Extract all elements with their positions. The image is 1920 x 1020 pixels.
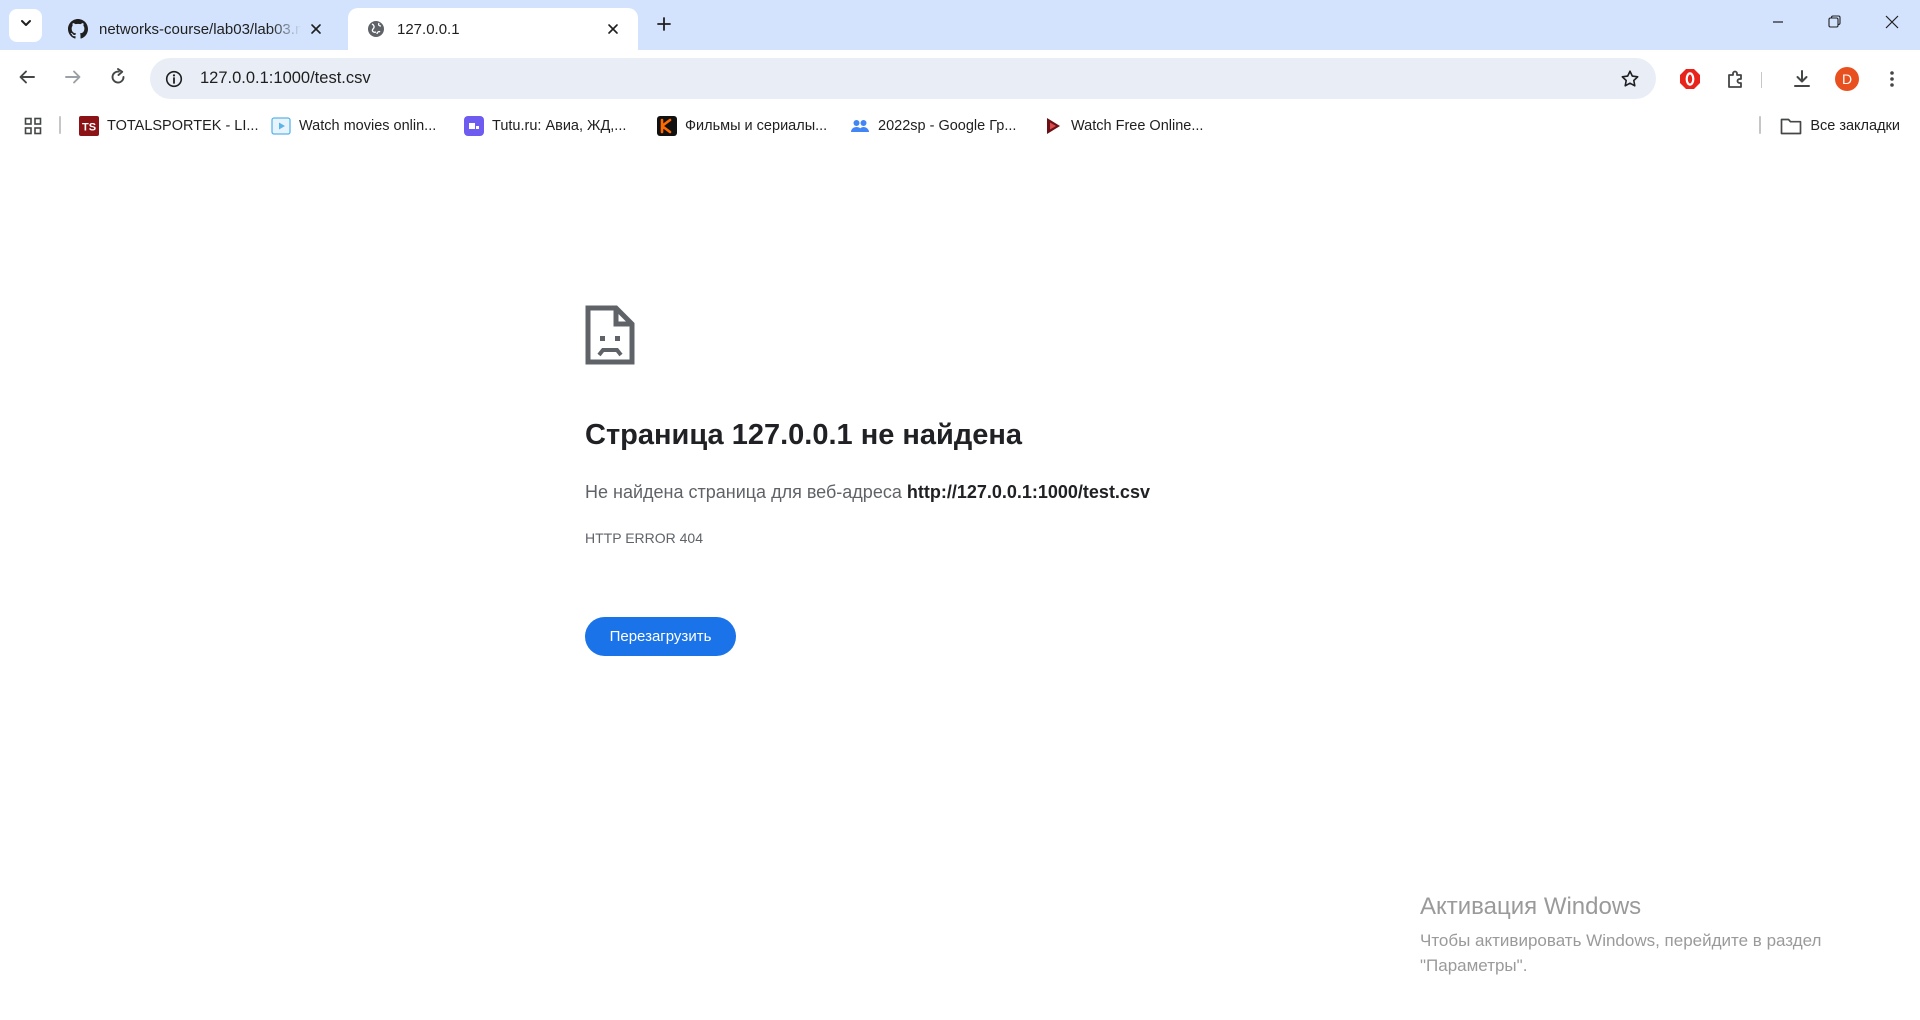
reload-button[interactable] bbox=[100, 61, 136, 97]
bookmark-tutu[interactable]: Tutu.ru: Авиа, ЖД,... bbox=[464, 113, 626, 139]
new-tab-button[interactable] bbox=[650, 12, 678, 40]
bookmark-kinopoisk[interactable]: Фильмы и сериалы... bbox=[657, 113, 827, 139]
close-tab-icon[interactable] bbox=[602, 18, 624, 40]
opera-adblock-extension-icon[interactable] bbox=[1672, 61, 1708, 97]
error-description-text: Не найдена страница для веб-адреса bbox=[585, 482, 907, 502]
address-bar[interactable]: 127.0.0.1:1000/test.csv bbox=[150, 58, 1656, 99]
extensions-puzzle-icon[interactable] bbox=[1718, 61, 1754, 97]
all-bookmarks-label: Все закладки bbox=[1810, 118, 1900, 134]
menu-kebab-icon[interactable] bbox=[1874, 61, 1910, 97]
reload-page-button[interactable]: Перезагрузить bbox=[585, 617, 736, 656]
watermark-text: Чтобы активировать Windows, перейдите в … bbox=[1420, 931, 1822, 975]
play-icon bbox=[271, 116, 291, 136]
reload-icon bbox=[109, 67, 127, 91]
close-window-button[interactable] bbox=[1864, 0, 1920, 48]
error-title: Страница 127.0.0.1 не найдена bbox=[585, 419, 1023, 451]
error-code: HTTP ERROR 404 bbox=[585, 530, 703, 546]
bookmarks-separator bbox=[59, 116, 61, 134]
arrow-left-icon bbox=[18, 68, 36, 91]
error-description: Не найдена страница для веб-адреса http:… bbox=[585, 482, 1150, 503]
bookmark-label: Watch Free Online... bbox=[1071, 118, 1204, 134]
address-url[interactable]: 127.0.0.1:1000/test.csv bbox=[200, 69, 1612, 88]
bookmark-watch-movies[interactable]: Watch movies onlin... bbox=[271, 113, 436, 139]
error-page: Страница 127.0.0.1 не найдена Не найдена… bbox=[585, 305, 1345, 656]
google-groups-icon bbox=[850, 116, 870, 136]
kinopoisk-icon bbox=[657, 116, 677, 136]
forward-button[interactable] bbox=[55, 61, 91, 97]
bookmark-label: TOTALSPORTEK - LI... bbox=[107, 118, 259, 134]
tutu-icon bbox=[464, 116, 484, 136]
all-bookmarks-button[interactable]: Все закладки bbox=[1780, 113, 1900, 139]
plus-icon bbox=[656, 16, 672, 37]
downloads-icon[interactable] bbox=[1784, 61, 1820, 97]
bookmark-totalsportek[interactable]: TS TOTALSPORTEK - LI... bbox=[79, 113, 259, 139]
sad-page-icon bbox=[585, 305, 635, 365]
toolbar: 127.0.0.1:1000/test.csv D bbox=[0, 50, 1920, 108]
restore-icon bbox=[1827, 15, 1841, 33]
bookmark-label: Фильмы и сериалы... bbox=[685, 118, 828, 134]
totalsportek-icon: TS bbox=[79, 116, 99, 136]
toolbar-separator bbox=[1761, 72, 1762, 88]
watermark-title: Активация Windows bbox=[1420, 893, 1642, 920]
bookmark-google-groups[interactable]: 2022sp - Google Гр... bbox=[850, 113, 1016, 139]
tab-title: 127.0.0.1 bbox=[397, 20, 460, 38]
apps-grid-icon[interactable] bbox=[20, 113, 46, 139]
bookmarks-separator bbox=[1759, 116, 1761, 134]
bookmark-label: Watch movies onlin... bbox=[299, 118, 437, 134]
close-icon bbox=[1885, 15, 1899, 34]
arrow-right-icon bbox=[64, 68, 82, 91]
minimize-icon bbox=[1772, 15, 1784, 33]
back-button[interactable] bbox=[9, 61, 45, 97]
tab-localhost[interactable]: 127.0.0.1 bbox=[348, 8, 638, 50]
tab-search-button[interactable] bbox=[9, 9, 42, 42]
avatar: D bbox=[1835, 67, 1859, 91]
bookmark-label: 2022sp - Google Гр... bbox=[878, 118, 1017, 134]
site-info-icon[interactable] bbox=[156, 61, 192, 97]
windows-activation-watermark: Активация Windows Чтобы активировать Win… bbox=[1420, 893, 1880, 978]
restore-button[interactable] bbox=[1806, 0, 1862, 48]
github-icon bbox=[68, 19, 88, 39]
globe-icon bbox=[366, 19, 386, 39]
error-url: http://127.0.0.1:1000/test.csv bbox=[906, 482, 1150, 502]
folder-icon bbox=[1780, 116, 1802, 136]
svg-text:TS: TS bbox=[82, 122, 96, 134]
close-tab-icon[interactable] bbox=[307, 18, 326, 40]
bookmark-star-icon[interactable] bbox=[1612, 61, 1648, 97]
chevron-down-icon bbox=[19, 16, 33, 35]
play-triangle-icon bbox=[1043, 116, 1063, 136]
bookmark-watch-free[interactable]: Watch Free Online... bbox=[1043, 113, 1203, 139]
bookmark-label: Tutu.ru: Авиа, ЖД,... bbox=[492, 118, 627, 134]
profile-avatar[interactable]: D bbox=[1829, 61, 1865, 97]
tab-strip: networks-course/lab03/lab03.md at 127.0.… bbox=[0, 0, 1920, 50]
tab-title: networks-course/lab03/lab03.md at bbox=[99, 20, 301, 38]
bookmarks-bar: TS TOTALSPORTEK - LI... Watch movies onl… bbox=[0, 108, 1920, 142]
minimize-button[interactable] bbox=[1750, 0, 1806, 48]
tab-github[interactable]: networks-course/lab03/lab03.md at bbox=[50, 8, 340, 50]
